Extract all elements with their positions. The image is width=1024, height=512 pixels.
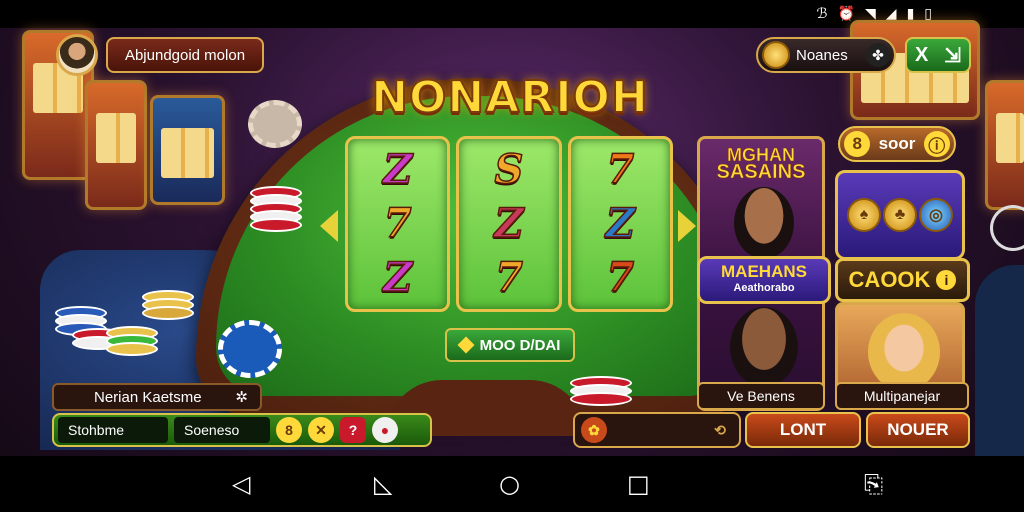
nouer-button[interactable]: NOUER xyxy=(866,412,970,448)
badge-button[interactable]: 8 xyxy=(276,417,302,443)
diamond-icon xyxy=(457,336,475,354)
slot-reels: Z 7 Z S Z 7 7 Z 7 xyxy=(345,136,673,312)
reel-right-arrow[interactable] xyxy=(678,210,696,242)
game-screen: ℬ ⏰ ◥ ◢ ▮ ▯ NONARIOH Z 7 Z S Z 7 7 Z 7 M… xyxy=(0,0,1024,512)
reel-symbol: 7 xyxy=(606,253,635,302)
promo-title: MGHAN SASAINS xyxy=(716,145,806,183)
reel-column: Z 7 Z xyxy=(345,136,451,312)
chip-stack xyxy=(570,376,632,406)
avatar[interactable] xyxy=(56,34,98,76)
loading-ring-icon xyxy=(990,205,1024,251)
reel-symbol: S xyxy=(494,145,524,194)
score-value: 8 xyxy=(844,131,871,157)
reward-tokens-card[interactable]: ♠ ♣ ◎ xyxy=(835,170,965,260)
token-icon: ◎ xyxy=(919,198,953,232)
chip-stack xyxy=(250,186,302,232)
help-icon[interactable]: ? xyxy=(340,417,366,443)
bottom-field-1[interactable]: Stohbme xyxy=(58,417,168,443)
cook-button-label: CAOOK xyxy=(848,267,931,292)
roulette-chip-icon xyxy=(218,320,282,378)
coin-balance-label: Noanes xyxy=(796,46,848,64)
bluetooth-icon: ℬ xyxy=(816,6,828,22)
game-title: NONARIOH xyxy=(370,71,649,124)
chip-icon: ✿ xyxy=(581,417,607,443)
reel-symbol: 7 xyxy=(494,253,523,302)
reel-symbol: 7 xyxy=(606,145,635,194)
reel-column: 7 Z 7 xyxy=(567,136,673,312)
refresh-icon: ⟲ xyxy=(714,421,726,438)
multiplayer-label[interactable]: Multipanejar xyxy=(835,382,969,410)
mode-button-label: MOO D/DAI xyxy=(479,336,561,354)
close-button[interactable]: X ⇲ xyxy=(905,37,971,73)
screenshot-icon[interactable]: ⎘ xyxy=(864,472,883,496)
reel-column: S Z 7 xyxy=(456,136,562,312)
character-portrait xyxy=(868,313,940,391)
info-icon: i xyxy=(936,270,957,290)
exit-icon: ⇲ xyxy=(944,44,962,67)
background-right-table xyxy=(975,265,1024,465)
token-icon: ♣ xyxy=(883,198,917,232)
character-portrait xyxy=(734,187,794,259)
cook-button[interactable]: CAOOK i xyxy=(835,258,970,302)
coin-balance[interactable]: Noanes ✤ xyxy=(756,37,896,73)
info-icon: ⓘ xyxy=(923,131,950,157)
dice-icon[interactable]: ● xyxy=(372,417,398,443)
promo-banner: MAEHANS Aeathorabo xyxy=(697,256,831,304)
background-slot-machine xyxy=(85,80,147,210)
background-slot-machine xyxy=(985,80,1024,210)
chip-stack xyxy=(106,326,158,356)
reel-symbol: Z xyxy=(382,145,413,194)
reel-left-arrow[interactable] xyxy=(320,210,338,242)
back-icon[interactable]: ◁ xyxy=(232,472,250,496)
sparkle-icon: ✲ xyxy=(235,389,248,406)
back-outline-icon[interactable]: ◺ xyxy=(374,472,392,496)
navigation-bar: ◁ ◺ ○ □ ⎘ xyxy=(0,456,1024,512)
home-icon[interactable]: ○ xyxy=(499,472,520,496)
character-portrait xyxy=(730,307,798,387)
reel-symbol: Z xyxy=(382,253,413,302)
player-name[interactable]: Abjundgoid molon xyxy=(106,37,264,73)
lont-button[interactable]: LONT xyxy=(745,412,861,448)
recents-icon[interactable]: □ xyxy=(627,472,650,496)
chip-selector[interactable]: ✿ ⟲ xyxy=(573,412,741,448)
close-icon: X xyxy=(914,43,929,66)
promo-footer[interactable]: Ve Benens xyxy=(697,382,825,410)
chip-stack xyxy=(142,290,194,320)
background-slot-machine xyxy=(150,95,225,205)
info-box: Nerian Kaetsme ✲ xyxy=(52,383,262,411)
bottom-bar: Stohbme Soeneso 8 ✕ ? ● xyxy=(52,413,432,447)
mode-button[interactable]: MOO D/DAI xyxy=(445,328,575,362)
roulette-chip-icon xyxy=(248,100,302,148)
token-icon: ♠ xyxy=(847,198,881,232)
reel-symbol: 7 xyxy=(383,199,412,248)
coin-icon xyxy=(762,41,790,69)
clover-icon: ✤ xyxy=(866,43,890,67)
bottom-field-2[interactable]: Soeneso xyxy=(174,417,270,443)
score-pill[interactable]: 8 soor ⓘ xyxy=(838,126,956,162)
tools-icon[interactable]: ✕ xyxy=(308,417,334,443)
reel-symbol: Z xyxy=(494,199,525,248)
alarm-icon: ⏰ xyxy=(837,6,855,22)
score-label: soor xyxy=(878,134,916,153)
reel-symbol: Z xyxy=(605,199,636,248)
